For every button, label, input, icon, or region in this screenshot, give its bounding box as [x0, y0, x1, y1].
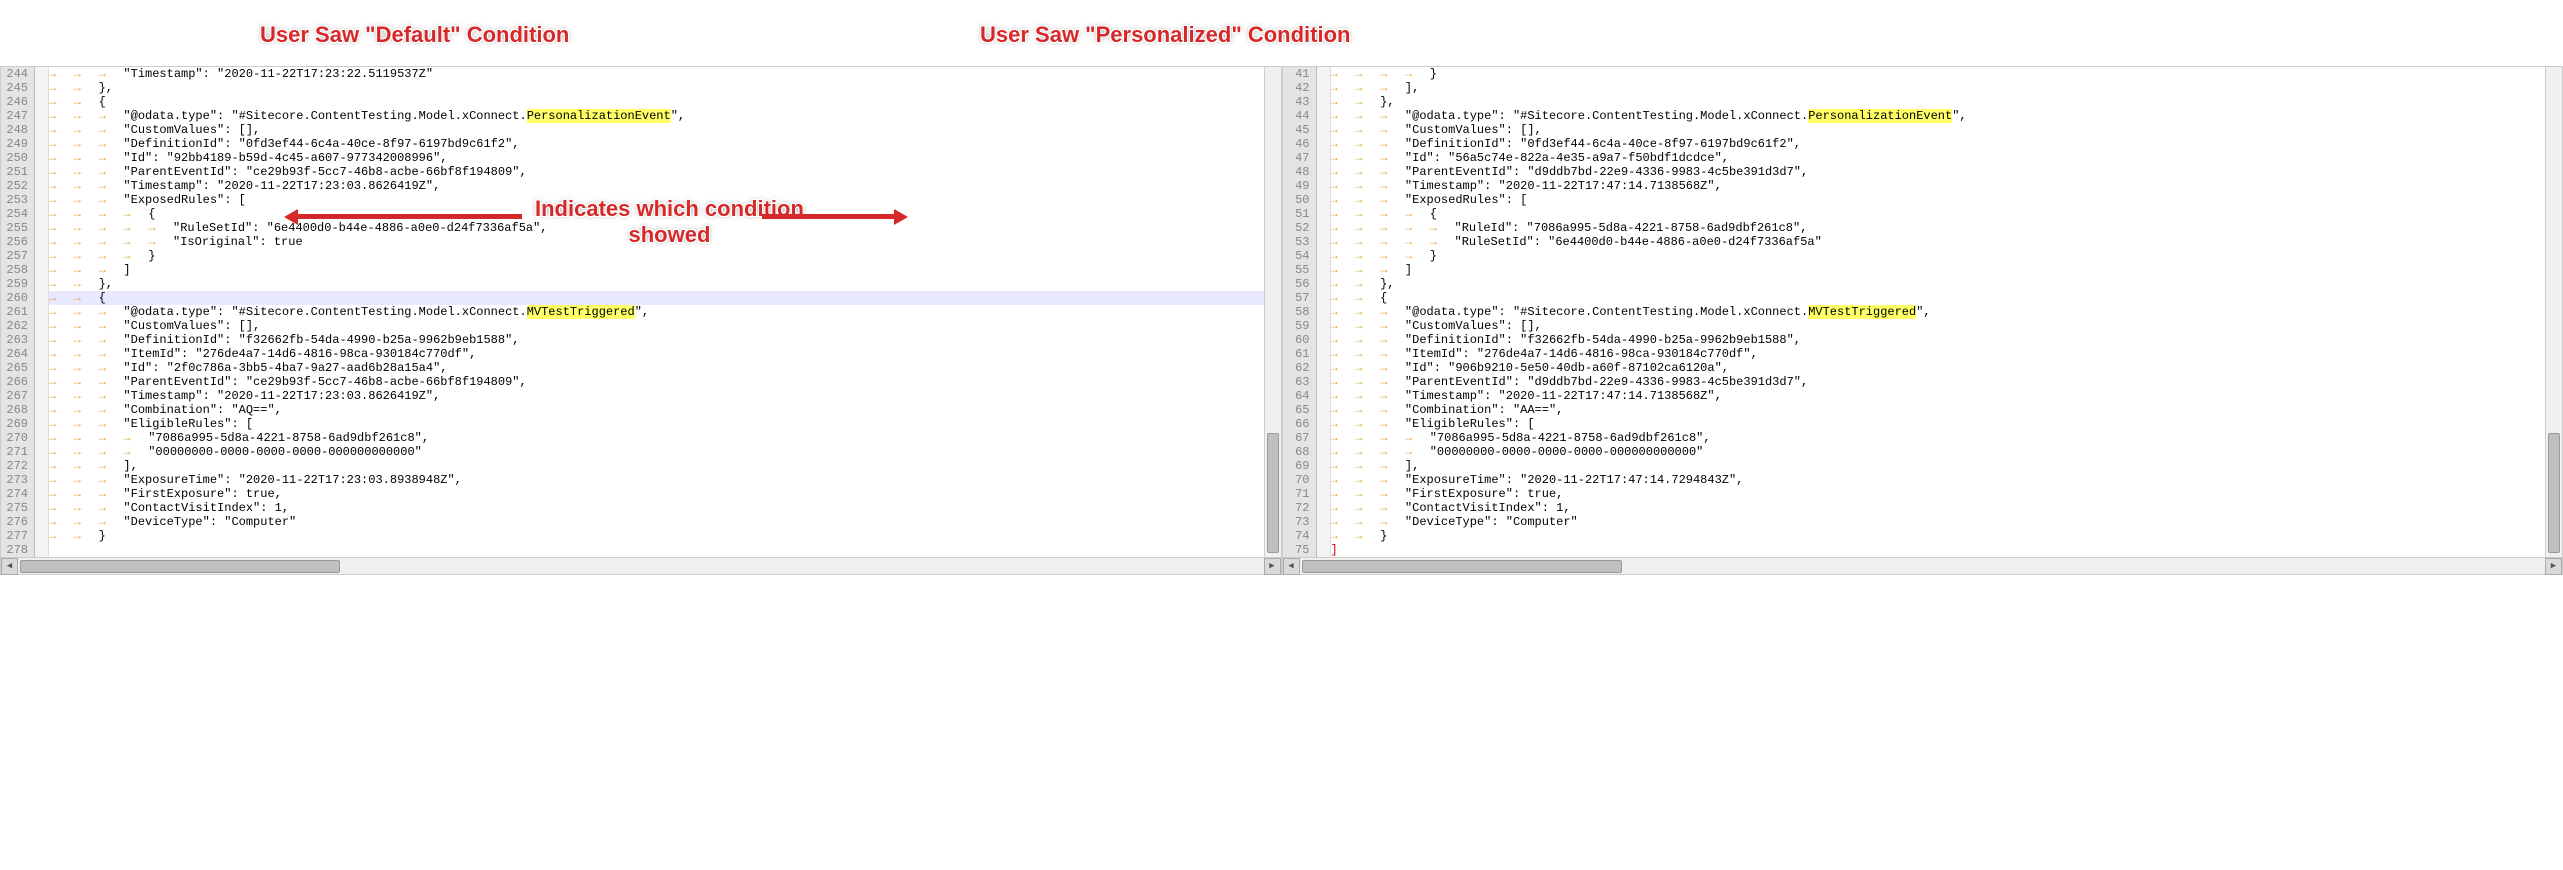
editor-pane-left: 2442452462472482492502512522532542552562… — [0, 66, 1282, 575]
code-line[interactable]: → → → "ParentEventId": "d9ddb7bd-22e9-43… — [1331, 375, 2563, 389]
code-line[interactable]: → → → "ContactVisitIndex": 1, — [49, 501, 1281, 515]
code-line[interactable]: → → → "ParentEventId": "ce29b93f-5cc7-46… — [49, 375, 1281, 389]
code-line[interactable]: → → } — [1331, 529, 2563, 543]
code-line[interactable]: → → → → } — [1331, 67, 2563, 81]
code-line[interactable]: → → → "Timestamp": "2020-11-22T17:23:03.… — [49, 389, 1281, 403]
code-line[interactable]: → → → "ExposureTime": "2020-11-22T17:47:… — [1331, 473, 2563, 487]
code-line[interactable]: → → → "DefinitionId": "0fd3ef44-6c4a-40c… — [49, 137, 1281, 151]
code-line[interactable]: → → → "Timestamp": "2020-11-22T17:47:14.… — [1331, 389, 2563, 403]
code-line[interactable]: → → → "FirstExposure": true, — [49, 487, 1281, 501]
line-gutter-left: 2442452462472482492502512522532542552562… — [1, 67, 35, 557]
code-line[interactable]: → → → "@odata.type": "#Sitecore.ContentT… — [49, 305, 1281, 319]
code-line[interactable]: → → → "DefinitionId": "f32662fb-54da-499… — [49, 333, 1281, 347]
code-line[interactable]: → → → → "7086a995-5d8a-4221-8758-6ad9dbf… — [1331, 431, 2563, 445]
code-line[interactable]: → → → "DeviceType": "Computer" — [1331, 515, 2563, 529]
code-line[interactable]: → → → → → "IsOriginal": true — [49, 235, 1281, 249]
horizontal-scrollbar-left[interactable]: ◀ ▶ — [1, 557, 1281, 574]
code-line[interactable]: → → { — [49, 95, 1281, 109]
code-line[interactable] — [49, 543, 1281, 557]
code-line[interactable]: → → { — [1331, 291, 2563, 305]
code-line[interactable]: → → → → } — [1331, 249, 2563, 263]
vertical-scrollbar-right[interactable] — [2545, 67, 2562, 557]
code-line[interactable]: → → → "Id": "92bb4189-b59d-4c45-a607-977… — [49, 151, 1281, 165]
code-line[interactable]: → → → "ParentEventId": "d9ddb7bd-22e9-43… — [1331, 165, 2563, 179]
scroll-right-button-r[interactable]: ▶ — [2545, 558, 2562, 575]
fold-column-left[interactable] — [35, 67, 49, 557]
scroll-track-left[interactable] — [18, 558, 1264, 575]
code-line[interactable]: → → → "CustomValues": [], — [1331, 319, 2563, 333]
code-line[interactable]: → → → "ContactVisitIndex": 1, — [1331, 501, 2563, 515]
code-area-left[interactable]: 2442452462472482492502512522532542552562… — [1, 67, 1281, 557]
code-line[interactable]: → → → "CustomValues": [], — [49, 319, 1281, 333]
horizontal-scrollbar-right[interactable]: ◀ ▶ — [1283, 557, 2563, 574]
code-line[interactable]: → → { — [49, 291, 1281, 305]
code-line[interactable]: → → → "ExposureTime": "2020-11-22T17:23:… — [49, 473, 1281, 487]
code-line[interactable]: → → → → { — [1331, 207, 2563, 221]
code-line[interactable]: → → → "Id": "906b9210-5e50-40db-a60f-871… — [1331, 361, 2563, 375]
code-line[interactable]: → → → ], — [1331, 459, 2563, 473]
code-line[interactable]: ] — [1331, 543, 2563, 557]
code-line[interactable]: → → → "Timestamp": "2020-11-22T17:23:03.… — [49, 179, 1281, 193]
code-line[interactable]: → → → → "7086a995-5d8a-4221-8758-6ad9dbf… — [49, 431, 1281, 445]
code-line[interactable]: → → → → "00000000-0000-0000-0000-0000000… — [49, 445, 1281, 459]
scrollbar-thumb-v-left[interactable] — [1267, 433, 1279, 553]
code-line[interactable]: → → → "@odata.type": "#Sitecore.ContentT… — [49, 109, 1281, 123]
code-line[interactable]: → → → "EligibleRules": [ — [1331, 417, 2563, 431]
code-line[interactable]: → → → ], — [49, 459, 1281, 473]
code-line[interactable]: → → }, — [49, 277, 1281, 291]
code-line[interactable]: → → → "ParentEventId": "ce29b93f-5cc7-46… — [49, 165, 1281, 179]
code-line[interactable]: → → → → → "RuleSetId": "6e4400d0-b44e-48… — [1331, 235, 2563, 249]
panes-container: 2442452462472482492502512522532542552562… — [0, 0, 2563, 575]
code-line[interactable]: → → → "FirstExposure": true, — [1331, 487, 2563, 501]
code-line[interactable]: → → → → { — [49, 207, 1281, 221]
editor-pane-right: 4142434445464748495051525354555657585960… — [1282, 66, 2563, 575]
code-line[interactable]: → → }, — [49, 81, 1281, 95]
code-line[interactable]: → → → "Combination": "AA==", — [1331, 403, 2563, 417]
code-line[interactable]: → → → "ItemId": "276de4a7-14d6-4816-98ca… — [49, 347, 1281, 361]
code-line[interactable]: → → → "Combination": "AQ==", — [49, 403, 1281, 417]
scroll-left-button-r[interactable]: ◀ — [1283, 558, 1300, 575]
scrollbar-thumb-h-left[interactable] — [20, 560, 340, 573]
code-line[interactable]: → → → → } — [49, 249, 1281, 263]
code-line[interactable]: → → → → → "RuleSetId": "6e4400d0-b44e-48… — [49, 221, 1281, 235]
line-gutter-right: 4142434445464748495051525354555657585960… — [1283, 67, 1317, 557]
code-line[interactable]: → → → "CustomValues": [], — [49, 123, 1281, 137]
scroll-left-button[interactable]: ◀ — [1, 558, 18, 575]
code-lines-left[interactable]: → → → "Timestamp": "2020-11-22T17:23:22.… — [49, 67, 1281, 557]
code-line[interactable]: → → → "Id": "56a5c74e-822a-4e35-a9a7-f50… — [1331, 151, 2563, 165]
code-line[interactable]: → → → "EligibleRules": [ — [49, 417, 1281, 431]
code-line[interactable]: → → → ], — [1331, 81, 2563, 95]
code-line[interactable]: → → → "@odata.type": "#Sitecore.ContentT… — [1331, 305, 2563, 319]
code-line[interactable]: → → }, — [1331, 277, 2563, 291]
code-line[interactable]: → → → ] — [49, 263, 1281, 277]
code-line[interactable]: → → → "@odata.type": "#Sitecore.ContentT… — [1331, 109, 2563, 123]
code-line[interactable]: → → → "Timestamp": "2020-11-22T17:47:14.… — [1331, 179, 2563, 193]
code-line[interactable]: → → }, — [1331, 95, 2563, 109]
fold-column-right[interactable] — [1317, 67, 1331, 557]
code-line[interactable]: → → → "CustomValues": [], — [1331, 123, 2563, 137]
code-line[interactable]: → → } — [49, 529, 1281, 543]
scroll-right-button[interactable]: ▶ — [1264, 558, 1281, 575]
scrollbar-thumb-v-right[interactable] — [2548, 433, 2560, 553]
vertical-scrollbar-left[interactable] — [1264, 67, 1281, 557]
code-line[interactable]: → → → "ExposedRules": [ — [49, 193, 1281, 207]
code-line[interactable]: → → → "DefinitionId": "f32662fb-54da-499… — [1331, 333, 2563, 347]
code-line[interactable]: → → → "Id": "2f0c786a-3bb5-4ba7-9a27-aad… — [49, 361, 1281, 375]
code-lines-right[interactable]: → → → → }→ → → ],→ → },→ → → "@odata.typ… — [1331, 67, 2563, 557]
code-line[interactable]: → → → → → "RuleId": "7086a995-5d8a-4221-… — [1331, 221, 2563, 235]
code-area-right[interactable]: 4142434445464748495051525354555657585960… — [1283, 67, 2563, 557]
scroll-track-right[interactable] — [1300, 558, 2546, 575]
code-line[interactable]: → → → → "00000000-0000-0000-0000-0000000… — [1331, 445, 2563, 459]
code-line[interactable]: → → → "ExposedRules": [ — [1331, 193, 2563, 207]
code-line[interactable]: → → → "Timestamp": "2020-11-22T17:23:22.… — [49, 67, 1281, 81]
code-line[interactable]: → → → ] — [1331, 263, 2563, 277]
scrollbar-thumb-h-right[interactable] — [1302, 560, 1622, 573]
code-line[interactable]: → → → "DeviceType": "Computer" — [49, 515, 1281, 529]
code-line[interactable]: → → → "DefinitionId": "0fd3ef44-6c4a-40c… — [1331, 137, 2563, 151]
code-line[interactable]: → → → "ItemId": "276de4a7-14d6-4816-98ca… — [1331, 347, 2563, 361]
